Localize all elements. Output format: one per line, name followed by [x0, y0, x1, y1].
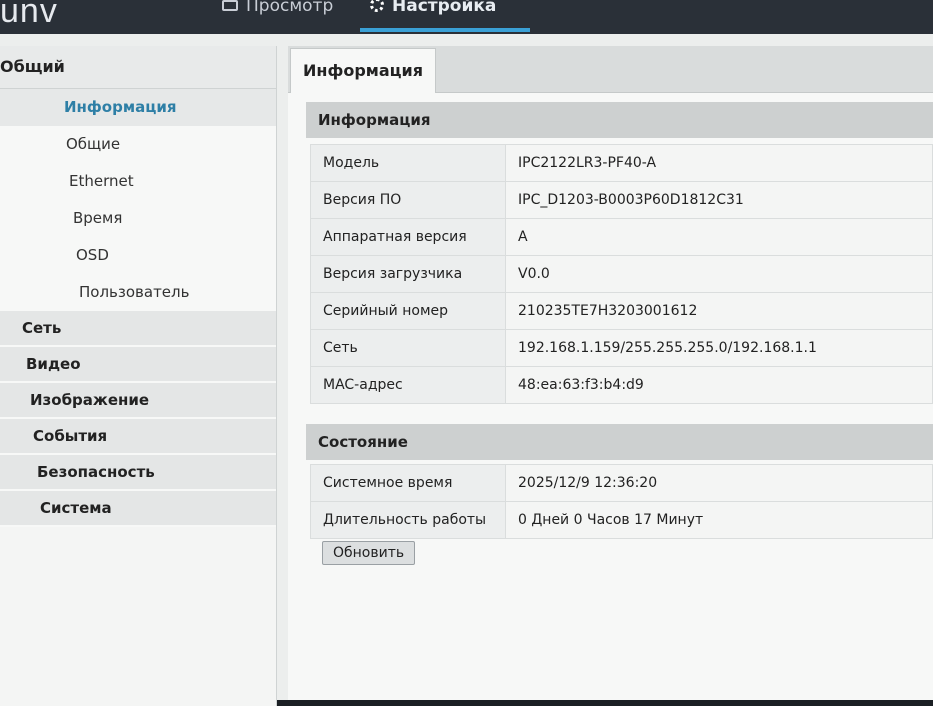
sidebar-item-general[interactable]: Общие	[0, 126, 276, 163]
tab-view-label: Просмотр	[246, 0, 334, 16]
info-label: Модель	[310, 144, 506, 182]
table-row: Длительность работы 0 Дней 0 Часов 17 Ми…	[310, 501, 933, 539]
info-value: A	[505, 218, 933, 256]
active-tab-indicator	[360, 28, 530, 32]
sidebar-category-network[interactable]: Сеть	[0, 311, 276, 347]
status-value: 2025/12/9 12:36:20	[505, 464, 933, 502]
sidebar-item-time[interactable]: Время	[0, 200, 276, 237]
sidebar-item-user[interactable]: Пользователь	[0, 274, 276, 311]
sidebar-category-events[interactable]: События	[0, 419, 276, 455]
tab-settings[interactable]: Настройка	[370, 0, 496, 30]
info-value: 48:ea:63:f3:b4:d9	[505, 366, 933, 404]
table-row: Модель IPC2122LR3-PF40-A	[310, 144, 933, 182]
status-section-title: Состояние	[306, 424, 933, 460]
table-row: Версия ПО IPC_D1203-B0003P60D1812C31	[310, 181, 933, 219]
info-label: MAC-адрес	[310, 366, 506, 404]
gear-icon	[370, 0, 384, 12]
status-value: 0 Дней 0 Часов 17 Минут	[505, 501, 933, 539]
info-value: V0.0	[505, 255, 933, 293]
table-row: Сеть 192.168.1.159/255.255.255.0/192.168…	[310, 329, 933, 367]
info-label: Версия загрузчика	[310, 255, 506, 293]
sidebar-category-image[interactable]: Изображение	[0, 383, 276, 419]
status-label: Системное время	[310, 464, 506, 502]
tab-view[interactable]: Просмотр	[222, 0, 333, 30]
sidebar-group-general[interactable]: Общий	[0, 46, 276, 89]
status-table: Системное время 2025/12/9 12:36:20 Длите…	[310, 464, 933, 539]
info-section-title: Информация	[306, 102, 933, 138]
sidebar-category-security[interactable]: Безопасность	[0, 455, 276, 491]
monitor-icon	[222, 0, 238, 11]
sidebar: Общий Информация Общие Ethernet Время OS…	[0, 46, 277, 706]
table-row: Серийный номер 210235TE7H3203001612	[310, 292, 933, 330]
info-value: IPC2122LR3-PF40-A	[505, 144, 933, 182]
info-value: IPC_D1203-B0003P60D1812C31	[505, 181, 933, 219]
brand-logo: unv	[0, 0, 58, 30]
content-tab-strip: Информация	[288, 46, 933, 93]
tab-settings-label: Настройка	[392, 0, 497, 16]
top-header: unv Просмотр Настройка	[0, 0, 933, 34]
table-row: Аппаратная версия A	[310, 218, 933, 256]
tab-information[interactable]: Информация	[290, 48, 436, 93]
info-label: Аппаратная версия	[310, 218, 506, 256]
page-body: Общий Информация Общие Ethernet Время OS…	[0, 34, 933, 706]
sidebar-item-osd[interactable]: OSD	[0, 237, 276, 274]
sidebar-category-system[interactable]: Система	[0, 491, 276, 527]
info-value: 192.168.1.159/255.255.255.0/192.168.1.1	[505, 329, 933, 367]
info-table: Модель IPC2122LR3-PF40-A Версия ПО IPC_D…	[310, 144, 933, 404]
refresh-button[interactable]: Обновить	[322, 541, 416, 565]
info-label: Версия ПО	[310, 181, 506, 219]
sidebar-item-ethernet[interactable]: Ethernet	[0, 163, 276, 200]
main-content: Информация Информация Модель IPC2122LR3-…	[288, 46, 933, 700]
info-value: 210235TE7H3203001612	[505, 292, 933, 330]
sidebar-category-video[interactable]: Видео	[0, 347, 276, 383]
status-label: Длительность работы	[310, 501, 506, 539]
table-row: Версия загрузчика V0.0	[310, 255, 933, 293]
table-row: Системное время 2025/12/9 12:36:20	[310, 464, 933, 502]
sidebar-item-info[interactable]: Информация	[0, 89, 276, 126]
table-row: MAC-адрес 48:ea:63:f3:b4:d9	[310, 366, 933, 404]
info-label: Сеть	[310, 329, 506, 367]
info-label: Серийный номер	[310, 292, 506, 330]
